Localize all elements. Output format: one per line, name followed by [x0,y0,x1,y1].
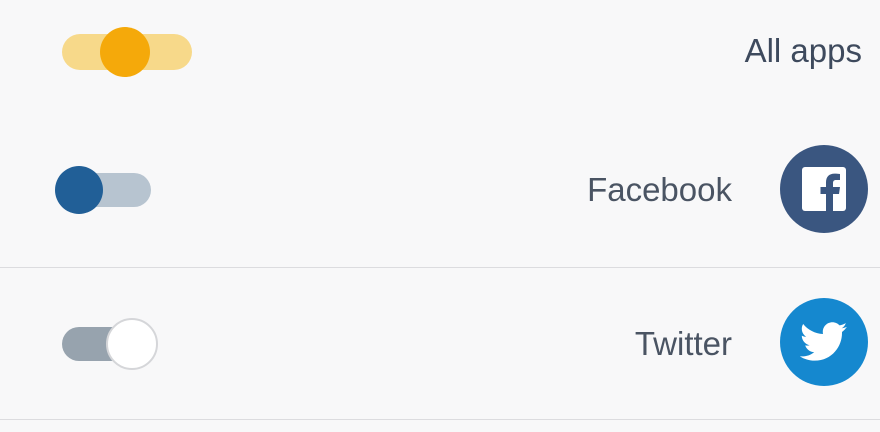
facebook-row: Facebook [0,112,880,268]
facebook-label: Facebook [587,171,732,208]
all-apps-label: All apps [744,32,862,69]
twitter-icon [780,298,868,386]
twitter-toggle[interactable] [60,316,160,372]
all-apps-row: All apps [0,0,880,112]
facebook-icon [780,145,868,233]
twitter-row: Twitter [0,268,880,420]
twitter-bird-glyph [800,322,848,361]
twitter-label: Twitter [634,325,732,362]
all-apps-toggle-knob[interactable] [100,27,150,77]
facebook-toggle-knob[interactable] [55,166,103,214]
all-apps-toggle[interactable] [60,25,194,79]
facebook-logo-glyph [802,167,846,211]
facebook-toggle[interactable] [55,164,153,216]
twitter-toggle-knob[interactable] [106,318,158,370]
